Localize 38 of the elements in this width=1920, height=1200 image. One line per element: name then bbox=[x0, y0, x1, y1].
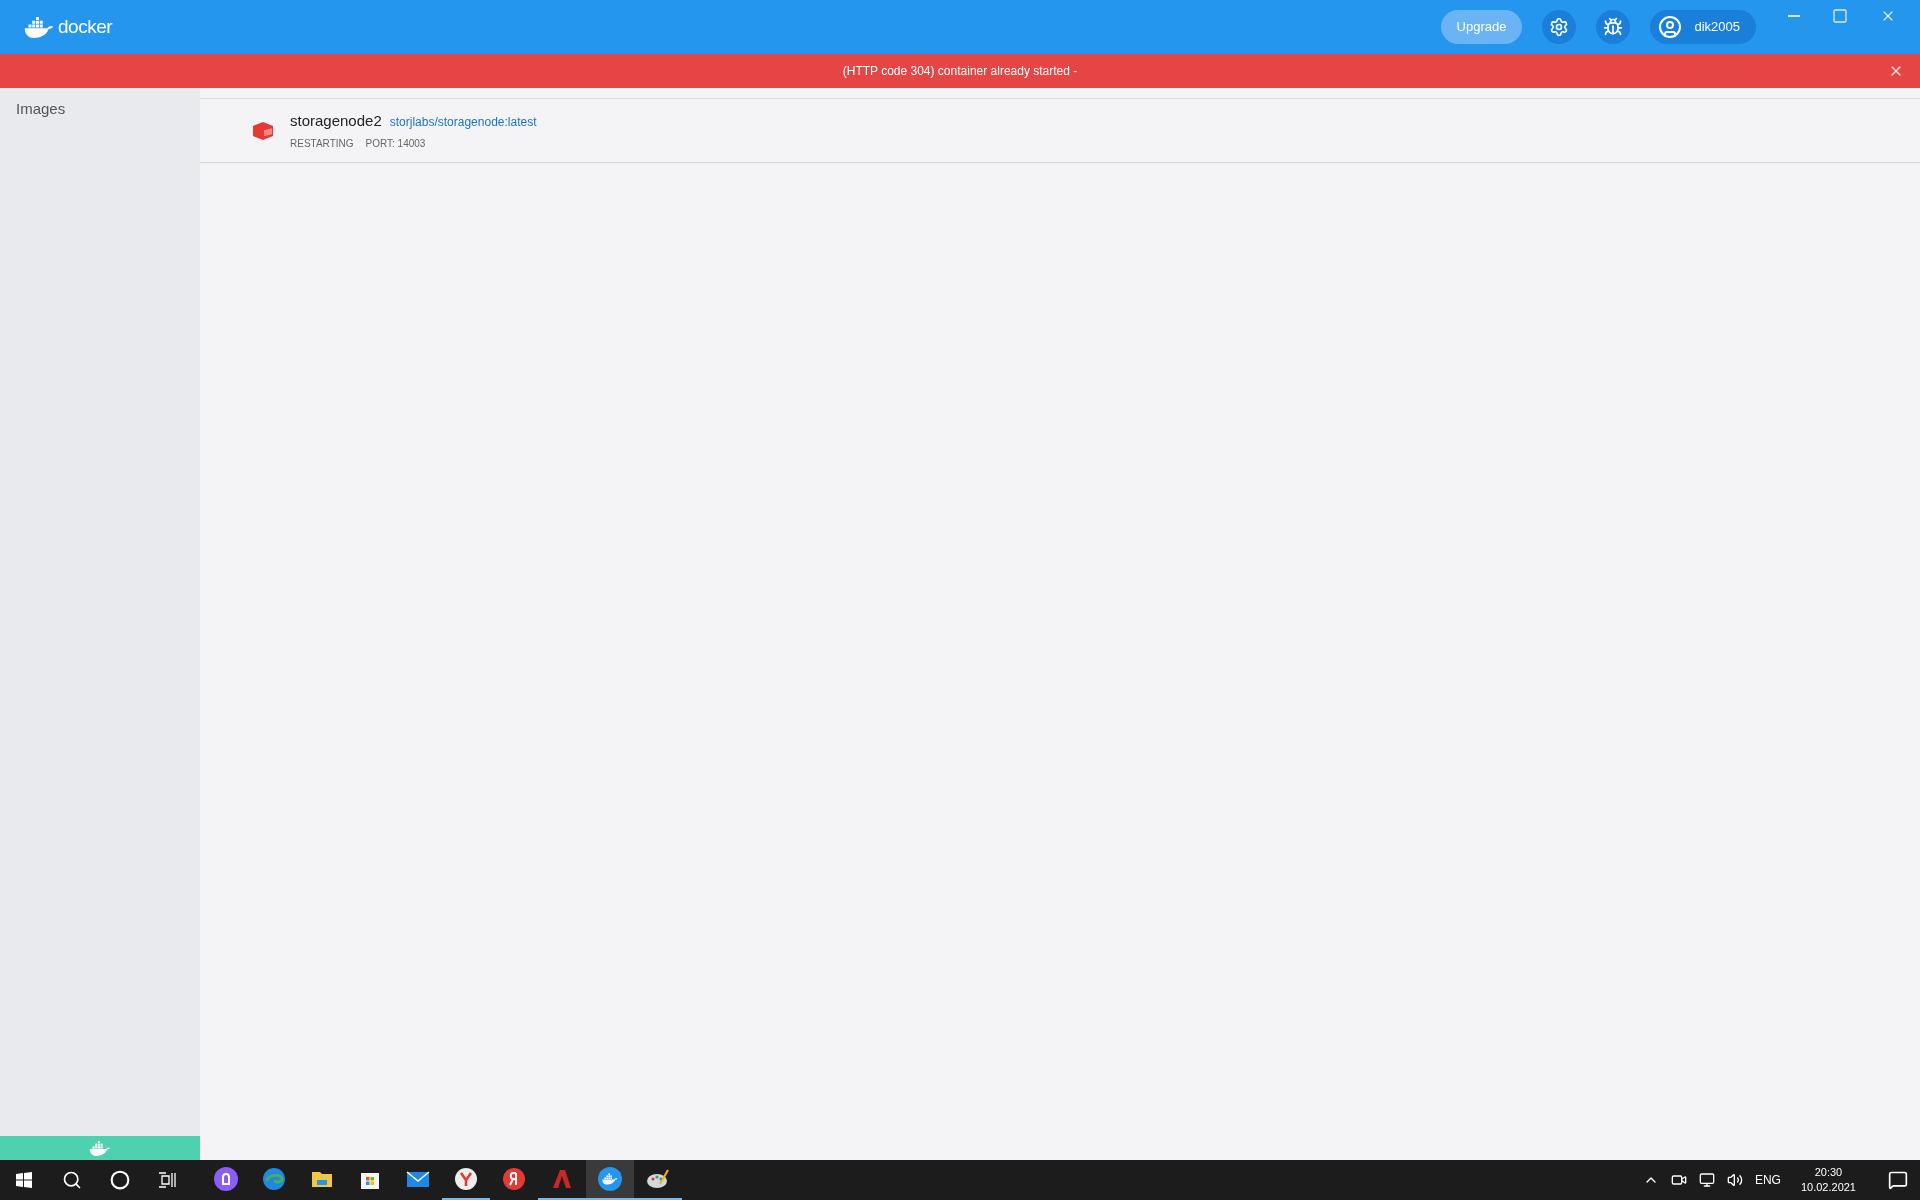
docker-whale-icon bbox=[602, 1173, 618, 1185]
clock-date: 10.02.2021 bbox=[1800, 1180, 1856, 1195]
palette-icon bbox=[646, 1167, 670, 1191]
volume-icon[interactable] bbox=[1726, 1172, 1743, 1188]
network-icon[interactable] bbox=[1698, 1172, 1715, 1188]
settings-icon bbox=[1549, 17, 1570, 37]
container-row[interactable]: storagenode2 storjlabs/storagenode:latest RESTARTING PORT: 14003 bbox=[200, 99, 1920, 163]
bug-icon bbox=[1603, 17, 1624, 37]
container-port: PORT: 14003 bbox=[365, 137, 426, 152]
taskbar-app[interactable] bbox=[586, 1160, 634, 1200]
search-icon bbox=[62, 1170, 82, 1190]
image-link[interactable]: storjlabs/storagenode:latest bbox=[389, 112, 537, 131]
account-button[interactable]: dik2005 bbox=[1650, 10, 1756, 44]
settings-button[interactable] bbox=[1542, 10, 1577, 44]
camera-icon[interactable] bbox=[1670, 1172, 1687, 1188]
clock[interactable]: 20:30 10.02.2021 bbox=[1792, 1165, 1864, 1195]
round-ya-icon bbox=[502, 1167, 526, 1191]
user-icon bbox=[1658, 15, 1683, 39]
letter-a-logo-icon bbox=[550, 1167, 574, 1191]
container-status: RESTARTING bbox=[290, 137, 354, 152]
bug-report-button[interactable] bbox=[1596, 10, 1631, 44]
windows-logo-icon bbox=[16, 1172, 32, 1188]
ring-icon bbox=[110, 1170, 130, 1190]
minimize-icon bbox=[1788, 15, 1800, 17]
browser-swirl-icon bbox=[262, 1167, 286, 1191]
task-view-icon bbox=[158, 1170, 178, 1190]
clock-time: 20:30 bbox=[1814, 1165, 1843, 1180]
assistant-app-icon bbox=[214, 1167, 238, 1191]
container-name: storagenode2 bbox=[290, 110, 382, 131]
logo-text: docker bbox=[58, 14, 113, 39]
docker-whale-icon bbox=[24, 16, 54, 38]
docker-whale-icon bbox=[89, 1140, 111, 1156]
error-message: (HTTP code 304) container already started - bbox=[842, 63, 1078, 80]
maximize-icon bbox=[1832, 8, 1848, 24]
language-indicator[interactable]: ENG bbox=[1754, 1171, 1781, 1189]
sidebar-item[interactable]: Images bbox=[16, 98, 200, 121]
notifications-icon[interactable] bbox=[1888, 1170, 1908, 1190]
round-y-icon bbox=[454, 1167, 478, 1191]
